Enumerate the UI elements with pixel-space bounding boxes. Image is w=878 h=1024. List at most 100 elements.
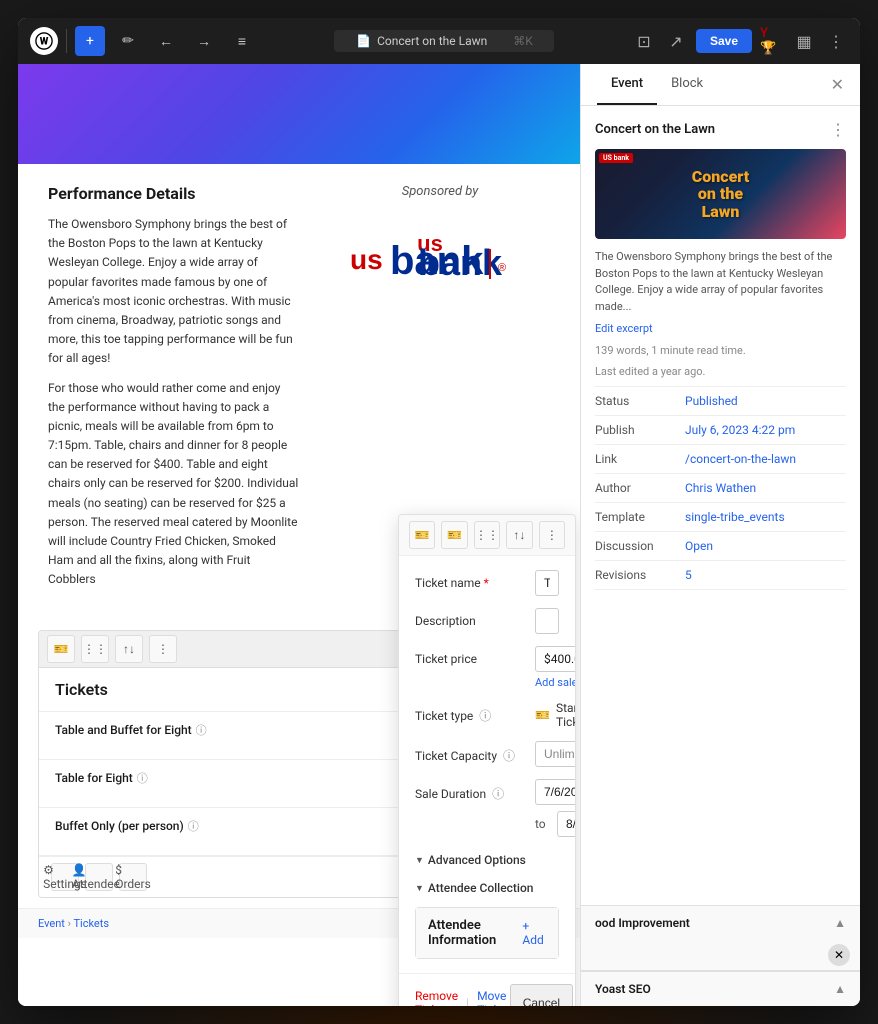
ticket-name-input[interactable] [535,570,559,596]
value-publish[interactable]: July 6, 2023 4:22 pm [685,423,795,437]
add-block-button[interactable]: + [75,26,105,56]
price-label: Ticket price [415,646,525,666]
settings-button[interactable]: ▦ [792,29,816,53]
svg-text:us: us [350,244,383,275]
tab-event[interactable]: Event [597,64,657,105]
form-row-description: Description [415,608,559,634]
yoast-icon[interactable]: Y🏆 [760,29,784,53]
details-button[interactable]: ≡ [227,26,257,56]
move-ticket-link[interactable]: Move Ticket [477,989,510,1006]
value-discussion[interactable]: Open [685,539,713,553]
url-text: Concert on the Lawn [377,34,487,48]
preview-button[interactable]: ⊡ [632,29,656,53]
form-row-price: Ticket price $400.00 Add sale price [415,646,559,689]
sponsored-label: Sponsored by [330,184,550,199]
external-link-button[interactable]: ↗ [664,29,688,53]
required-asterisk: * [484,576,489,590]
add-sale-price-link[interactable]: Add sale price [535,676,576,689]
section-yoast-toggle: ▲ [834,982,846,996]
value-link[interactable]: /concert-on-the-lawn [685,452,796,466]
usbank-logo: us bank us bank ® [330,219,550,299]
redo-button[interactable]: → [189,26,219,56]
ticket-edit-icon-2[interactable]: 🎫 [441,521,467,549]
advanced-options-toggle[interactable]: Advanced Options [415,849,559,871]
price-control: $400.00 Add sale price [535,646,576,689]
ticket-tool-more[interactable]: ⋮ [149,635,177,663]
info-icon-2: ⓘ [137,770,148,786]
ticket-tool-1[interactable]: 🎫 [47,635,75,663]
sidebar-event-name: Concert on the Lawn [595,122,715,137]
label-template: Template [595,510,685,524]
ticket-tool-2[interactable]: ⋮⋮ [81,635,109,663]
ticket-name-control [535,570,559,596]
toolbar-right: ⊡ ↗ Save Y🏆 ▦ ⋮ [632,29,848,53]
description-input[interactable] [535,608,559,634]
start-date-input[interactable] [535,779,576,805]
section-yoast-title: Yoast SEO [595,982,651,996]
toolbar-center: 📄 Concert on the Lawn ⌘K [265,30,624,52]
url-bar: 📄 Concert on the Lawn ⌘K [334,30,554,52]
sidebar-row-link: Link /concert-on-the-lawn [595,445,846,474]
ticket-edit-icon-1[interactable]: 🎫 [409,521,435,549]
ticket-edit-toolbar: 🎫 🎫 ⋮⋮ ↑↓ ⋮ [399,515,575,556]
sidebar-more-button[interactable]: ⋮ [830,120,846,139]
info-icon-3: ⓘ [188,818,199,834]
sidebar-row-publish: Publish July 6, 2023 4:22 pm [595,416,846,445]
breadcrumb-event[interactable]: Event [38,917,65,930]
ticket-name-label: Ticket name * [415,570,525,590]
ticket-move-handle[interactable]: ⋮⋮ [474,521,500,549]
duration-info-icon: ⓘ [492,787,504,801]
sidebar-section-ood[interactable]: ood Improvement ▲ [581,905,860,940]
orders-tool[interactable]: $ Orders [119,863,147,891]
capacity-label: Ticket Capacity ⓘ [415,741,525,764]
more-options-button[interactable]: ⋮ [824,29,848,53]
tickets-title: Tickets [55,680,108,699]
sidebar-row-author: Author Chris Wathen [595,474,846,503]
ticket-more[interactable]: ⋮ [539,521,565,549]
save-button[interactable]: Save [696,29,752,53]
end-date-input[interactable] [557,811,576,837]
attendee-collection-toggle[interactable]: Attendee Collection [415,877,559,899]
tab-block[interactable]: Block [657,64,717,105]
label-author: Author [595,481,685,495]
capacity-select[interactable]: Unlimited Limited [535,741,576,767]
undo-button[interactable]: ← [151,26,181,56]
form-row-type: Ticket type ⓘ 🎫 Standard Ticket [415,701,559,729]
value-template[interactable]: single-tribe_events [685,510,785,524]
sidebar-tabs: Event Block ✕ [581,64,860,106]
attendee-info-title: Attendee Information [428,918,522,948]
ticket-type-icon: 🎫 [535,708,550,722]
ticket-tool-3[interactable]: ↑↓ [115,635,143,663]
sidebar-tabs-left: Event Block [597,64,717,105]
sidebar-section-yoast[interactable]: Yoast SEO ▲ [581,971,860,1006]
remove-ticket-link[interactable]: Remove Ticket [415,989,458,1006]
value-revisions[interactable]: 5 [685,568,692,582]
add-attendee-button[interactable]: + Add [522,919,546,947]
attendees-tool[interactable]: 👤 Attendees [85,863,113,891]
cancel-button[interactable]: Cancel [510,984,573,1006]
edit-excerpt-link[interactable]: Edit excerpt [595,322,653,335]
value-author[interactable]: Chris Wathen [685,481,756,495]
svg-text:bank: bank [390,239,484,283]
section-close-button[interactable]: ✕ [828,944,850,966]
form-row-name: Ticket name * [415,570,559,596]
sidebar-close-button[interactable]: ✕ [831,75,844,94]
ticket-edit-footer: Remove Ticket | Move Ticket Cancel Updat… [399,973,575,1006]
edit-mode-button[interactable]: ✏ [113,26,143,56]
ticket-updown[interactable]: ↑↓ [506,521,532,549]
sidebar-event-title: Concert on the Lawn ⋮ [595,120,846,139]
capacity-info-icon: ⓘ [503,749,515,763]
wp-logo[interactable]: W [30,27,58,55]
breadcrumb-tickets[interactable]: Tickets [73,917,109,930]
toolbar-divider [66,29,67,53]
section-ood-toggle: ▲ [834,916,846,930]
value-status[interactable]: Published [685,394,738,408]
sidebar-table: Status Published Publish July 6, 2023 4:… [595,386,846,590]
form-row-sale-duration: Sale Duration ⓘ at 4:22 pm [415,779,559,837]
footer-separator: | [466,996,469,1006]
description-label: Description [415,608,525,628]
svg-text:®: ® [498,262,506,274]
label-link: Link [595,452,685,466]
ticket-type-display: 🎫 Standard Ticket [535,701,576,729]
label-discussion: Discussion [595,539,685,553]
